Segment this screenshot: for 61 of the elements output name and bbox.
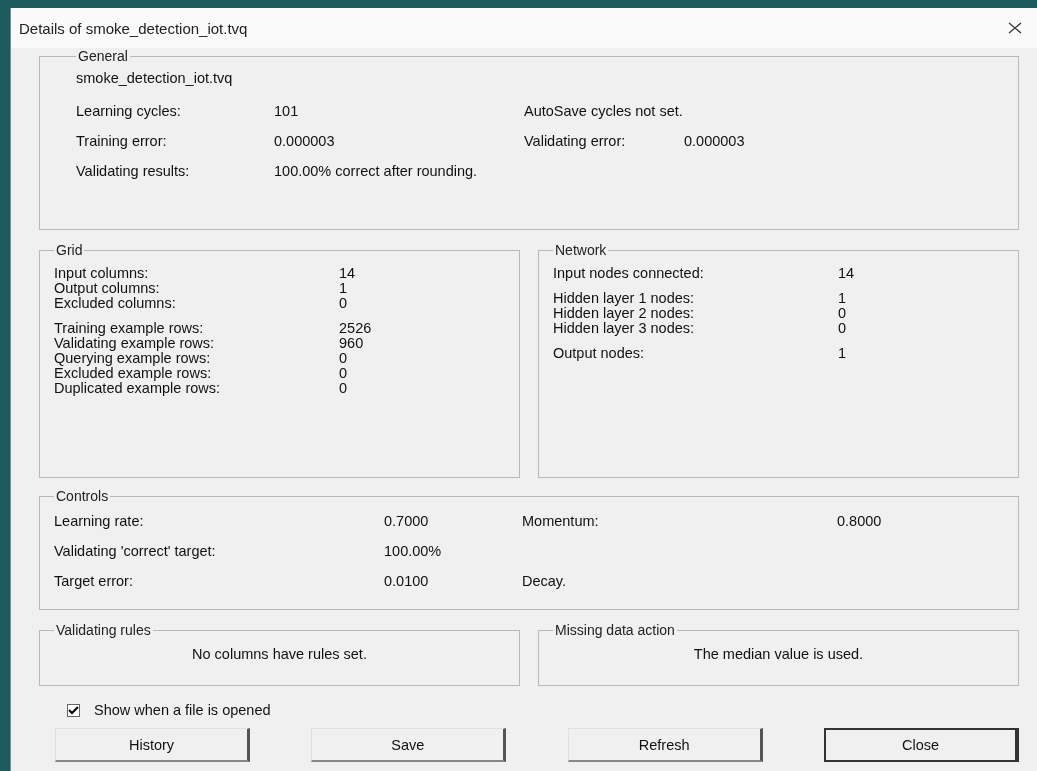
field-label: Excluded columns: xyxy=(54,296,177,311)
field-label: Hidden layer 1 nodes: xyxy=(553,291,696,306)
field-label: Hidden layer 3 nodes: xyxy=(553,321,696,336)
field-label: Validating example rows: xyxy=(54,336,216,351)
group-title: Controls xyxy=(55,488,110,504)
field-value: 0 xyxy=(838,306,847,321)
dialog-button[interactable]: History xyxy=(55,728,250,762)
window-title: Details of smoke_detection_iot.tvq xyxy=(19,19,248,37)
dialog-button[interactable]: Save xyxy=(311,728,507,762)
info-text: The median value is used. xyxy=(692,646,865,662)
field-value: 0 xyxy=(838,321,847,336)
group-title: Network xyxy=(554,242,608,258)
group-title: Grid xyxy=(55,242,84,258)
field-label: Validating results: xyxy=(76,163,191,179)
field-value: 1 xyxy=(838,346,847,361)
field-value: 101 xyxy=(274,103,300,119)
field-value: 0.000003 xyxy=(274,133,336,149)
field-label: Momentum: xyxy=(522,513,600,529)
field-label: Learning rate: xyxy=(54,513,145,529)
field-value: 1 xyxy=(339,281,348,296)
field-value: 100.00% xyxy=(384,543,443,559)
checkbox-label[interactable]: Show when a file is opened xyxy=(94,702,271,718)
field-label: Input nodes connected: xyxy=(553,266,705,281)
close-icon[interactable] xyxy=(1007,20,1023,36)
field-label: Learning cycles: xyxy=(76,103,182,119)
field-value: 0 xyxy=(339,351,348,366)
field-value: 100.00% correct after rounding. xyxy=(274,163,478,179)
field-label: Querying example rows: xyxy=(54,351,212,366)
field-label: Decay. xyxy=(522,573,568,589)
file-name: smoke_detection_iot.tvq xyxy=(76,70,234,86)
field-label: Input columns: xyxy=(54,266,150,281)
checkbox[interactable] xyxy=(67,703,80,717)
dialog-button[interactable]: Refresh xyxy=(567,728,763,762)
group-title: Missing data action xyxy=(554,622,676,638)
field-value: 1 xyxy=(838,291,847,306)
field-label: Output nodes: xyxy=(553,346,646,361)
field-label: Output columns: xyxy=(54,281,161,296)
field-label: Validating error: xyxy=(524,133,627,149)
field-value: 0.0100 xyxy=(384,573,430,589)
field-value: 0.7000 xyxy=(384,513,430,529)
field-value: 2526 xyxy=(339,321,372,336)
field-value: 0.8000 xyxy=(837,513,882,529)
dialog-button[interactable]: Close xyxy=(824,728,1019,762)
field-value: 0.000003 xyxy=(684,133,746,149)
field-label: Hidden layer 2 nodes: xyxy=(553,306,696,321)
group-title: Validating rules xyxy=(55,622,152,638)
field-value: 0 xyxy=(339,296,348,311)
field-value: 960 xyxy=(339,336,364,351)
field-value: 14 xyxy=(339,266,356,281)
info-text: No columns have rules set. xyxy=(191,646,368,662)
field-label: Duplicated example rows: xyxy=(54,381,222,396)
field-label: Validating 'correct' target: xyxy=(54,543,217,559)
field-value: 0 xyxy=(339,366,348,381)
status-text: AutoSave cycles not set. xyxy=(524,103,683,119)
group-title: General xyxy=(77,48,129,64)
field-label: Excluded example rows: xyxy=(54,366,213,381)
field-value: 0 xyxy=(339,381,348,396)
field-value: 14 xyxy=(838,266,855,281)
field-label: Training example rows: xyxy=(54,321,205,336)
field-label: Target error: xyxy=(54,573,134,589)
field-label: Training error: xyxy=(76,133,168,149)
